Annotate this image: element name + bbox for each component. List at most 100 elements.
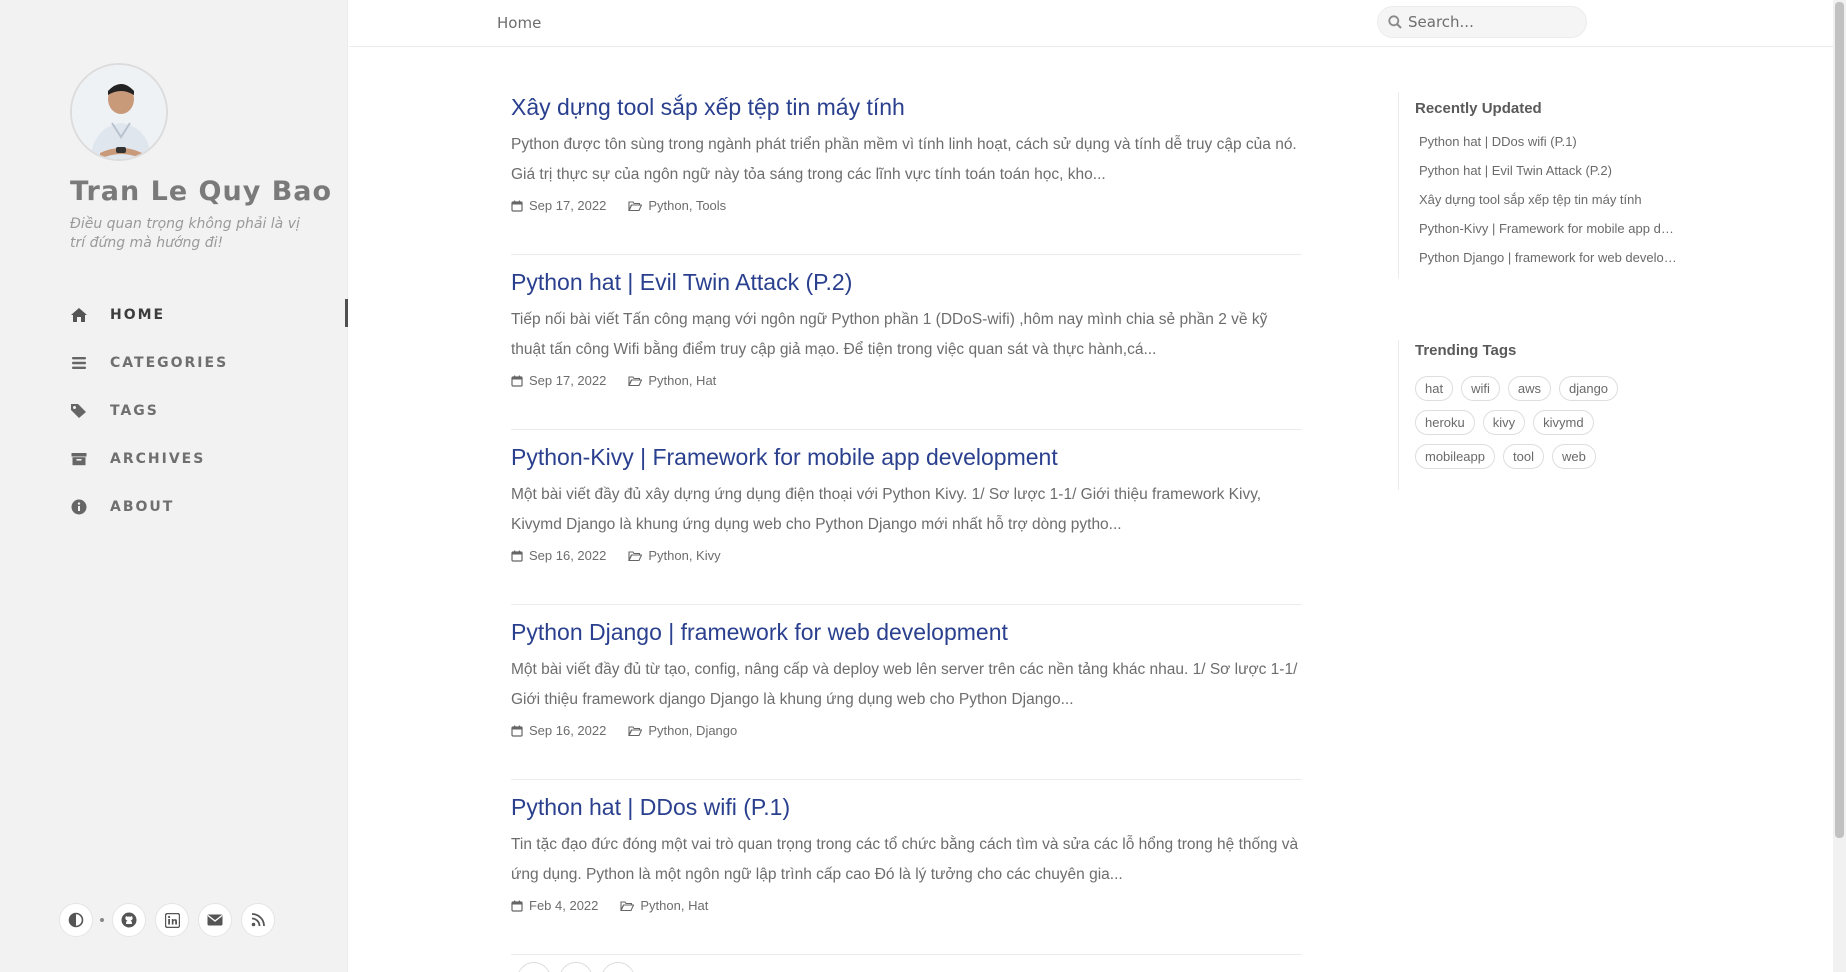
sidebar: Tran Le Quy Bao Điều quan trọng không ph… (0, 0, 348, 972)
breadcrumb: Home (497, 14, 542, 32)
recent-post-link[interactable]: Xây dựng tool sắp xếp tệp tin máy tính (1415, 185, 1677, 214)
site-subtitle: Điều quan trọng không phải là vị trí đứn… (70, 216, 300, 251)
tag-chip[interactable]: django (1558, 376, 1619, 401)
post-card: Python Django | framework for web develo… (511, 605, 1302, 780)
recent-post-link[interactable]: Python hat | Evil Twin Attack (P.2) (1415, 156, 1677, 185)
post-title[interactable]: Python-Kivy | Framework for mobile app d… (511, 442, 1302, 472)
recent-post-link[interactable]: Python Django | framework for web develo… (1415, 243, 1677, 272)
post-meta: Sep 16, 2022 Python, Django (511, 723, 1302, 738)
recently-updated-heading: Recently Updated (1415, 100, 1542, 117)
post-excerpt: Tiếp nối bài viết Tấn công mạng với ngôn… (511, 311, 1268, 358)
search-icon (1388, 15, 1402, 29)
post-meta: Sep 17, 2022 Python, Tools (511, 198, 1302, 213)
rss-link[interactable] (241, 903, 275, 937)
recently-updated: Recently Updated Python hat | DDos wifi … (1398, 92, 1698, 278)
post-title[interactable]: Python hat | Evil Twin Attack (P.2) (511, 267, 1302, 297)
post-meta: Sep 17, 2022 Python, Hat (511, 373, 1302, 388)
post-title[interactable]: Xây dựng tool sắp xếp tệp tin máy tính (511, 92, 1302, 122)
post-card: Python hat | Evil Twin Attack (P.2) Tiếp… (511, 255, 1302, 430)
rss-icon (251, 913, 265, 927)
tag-chip[interactable]: aws (1507, 376, 1551, 401)
post-categories: Python, Tools (648, 198, 727, 213)
stream-icon (70, 354, 88, 372)
post-date: Sep 17, 2022 (529, 198, 607, 213)
post-categories: Python, Hat (648, 373, 717, 388)
recent-post-link[interactable]: Python-Kivy | Framework for mobile app d… (1415, 214, 1677, 243)
post-date: Sep 16, 2022 (529, 723, 607, 738)
github-icon (121, 912, 137, 928)
calendar-icon (511, 375, 523, 387)
trending-tags-heading: Trending Tags (1415, 342, 1517, 359)
post-excerpt: Python được tôn sùng trong ngành phát tr… (511, 136, 1297, 183)
tag-chip[interactable]: hat (1415, 376, 1454, 401)
pagination-page-button[interactable] (559, 962, 593, 972)
pagination-next-button[interactable] (601, 962, 635, 972)
tag-icon (70, 402, 88, 420)
home-icon (70, 306, 88, 324)
nav-label: ARCHIVES (110, 451, 206, 467)
recent-post-link[interactable]: Python hat | DDos wifi (P.1) (1415, 127, 1677, 156)
post-excerpt: Tin tặc đạo đức đóng một vai trò quan tr… (511, 836, 1299, 883)
tag-chip[interactable]: kivymd (1533, 410, 1594, 435)
post-date: Sep 16, 2022 (529, 548, 607, 563)
archive-icon (70, 450, 88, 468)
folder-open-icon (620, 900, 635, 912)
post-card: Xây dựng tool sắp xếp tệp tin máy tính P… (511, 80, 1302, 255)
folder-open-icon (628, 550, 643, 562)
pagination-prev-button[interactable] (517, 962, 551, 972)
tag-chip[interactable]: tool (1503, 444, 1544, 469)
tag-chip[interactable]: mobileapp (1415, 444, 1495, 469)
post-title[interactable]: Python Django | framework for web develo… (511, 617, 1302, 647)
trending-tags: Trending Tags hat wifi aws django heroku… (1398, 340, 1698, 490)
search-input[interactable] (1408, 13, 1568, 31)
tag-list: hat wifi aws django heroku kivy kivymd m… (1415, 376, 1655, 478)
nav-item-categories[interactable]: CATEGORIES (70, 339, 348, 387)
post-list: Xây dựng tool sắp xếp tệp tin máy tính P… (511, 80, 1302, 955)
linkedin-icon (164, 912, 180, 928)
nav-label: ABOUT (110, 499, 175, 515)
calendar-icon (511, 200, 523, 212)
email-icon (207, 914, 223, 926)
theme-toggle-icon (68, 912, 84, 928)
avatar[interactable] (70, 63, 168, 161)
sidebar-nav: HOME CATEGORIES TAGS ARCHIVES ABOUT (70, 291, 348, 531)
scrollbar-thumb[interactable] (1835, 2, 1844, 838)
post-date: Feb 4, 2022 (529, 898, 599, 913)
nav-label: TAGS (110, 403, 159, 419)
post-date: Sep 17, 2022 (529, 373, 607, 388)
folder-open-icon (628, 375, 643, 387)
github-link[interactable] (112, 903, 146, 937)
folder-open-icon (628, 200, 643, 212)
nav-item-home[interactable]: HOME (70, 291, 348, 339)
post-title[interactable]: Python hat | DDos wifi (P.1) (511, 792, 1302, 822)
separator-dot (100, 918, 104, 922)
topbar: Home (349, 0, 1833, 47)
post-excerpt: Một bài viết đầy đủ xây dựng ứng dụng đi… (511, 486, 1262, 533)
page-scrollbar[interactable] (1833, 0, 1846, 972)
post-excerpt: Một bài viết đầy đủ từ tạo, config, nâng… (511, 661, 1298, 708)
search-box[interactable] (1377, 6, 1587, 38)
recent-list: Python hat | DDos wifi (P.1) Python hat … (1415, 127, 1698, 272)
folder-open-icon (628, 725, 643, 737)
info-circle-icon (70, 498, 88, 516)
nav-item-archives[interactable]: ARCHIVES (70, 435, 348, 483)
tag-chip[interactable]: wifi (1461, 376, 1500, 401)
tag-chip[interactable]: kivy (1482, 410, 1526, 435)
post-card: Python hat | DDos wifi (P.1) Tin tặc đạo… (511, 780, 1302, 955)
post-meta: Sep 16, 2022 Python, Kivy (511, 548, 1302, 563)
nav-label: HOME (110, 307, 166, 323)
calendar-icon (511, 725, 523, 737)
nav-item-about[interactable]: ABOUT (70, 483, 348, 531)
right-panel: Recently Updated Python hat | DDos wifi … (1398, 92, 1698, 490)
theme-toggle-button[interactable] (59, 903, 93, 937)
post-categories: Python, Hat (640, 898, 709, 913)
post-categories: Python, Kivy (648, 548, 721, 563)
tag-chip[interactable]: heroku (1415, 410, 1475, 435)
email-link[interactable] (198, 903, 232, 937)
sidebar-bottom-links (59, 903, 284, 937)
post-meta: Feb 4, 2022 Python, Hat (511, 898, 1302, 913)
tag-chip[interactable]: web (1551, 444, 1596, 469)
site-title[interactable]: Tran Le Quy Bao (70, 176, 332, 207)
nav-item-tags[interactable]: TAGS (70, 387, 348, 435)
linkedin-link[interactable] (155, 903, 189, 937)
